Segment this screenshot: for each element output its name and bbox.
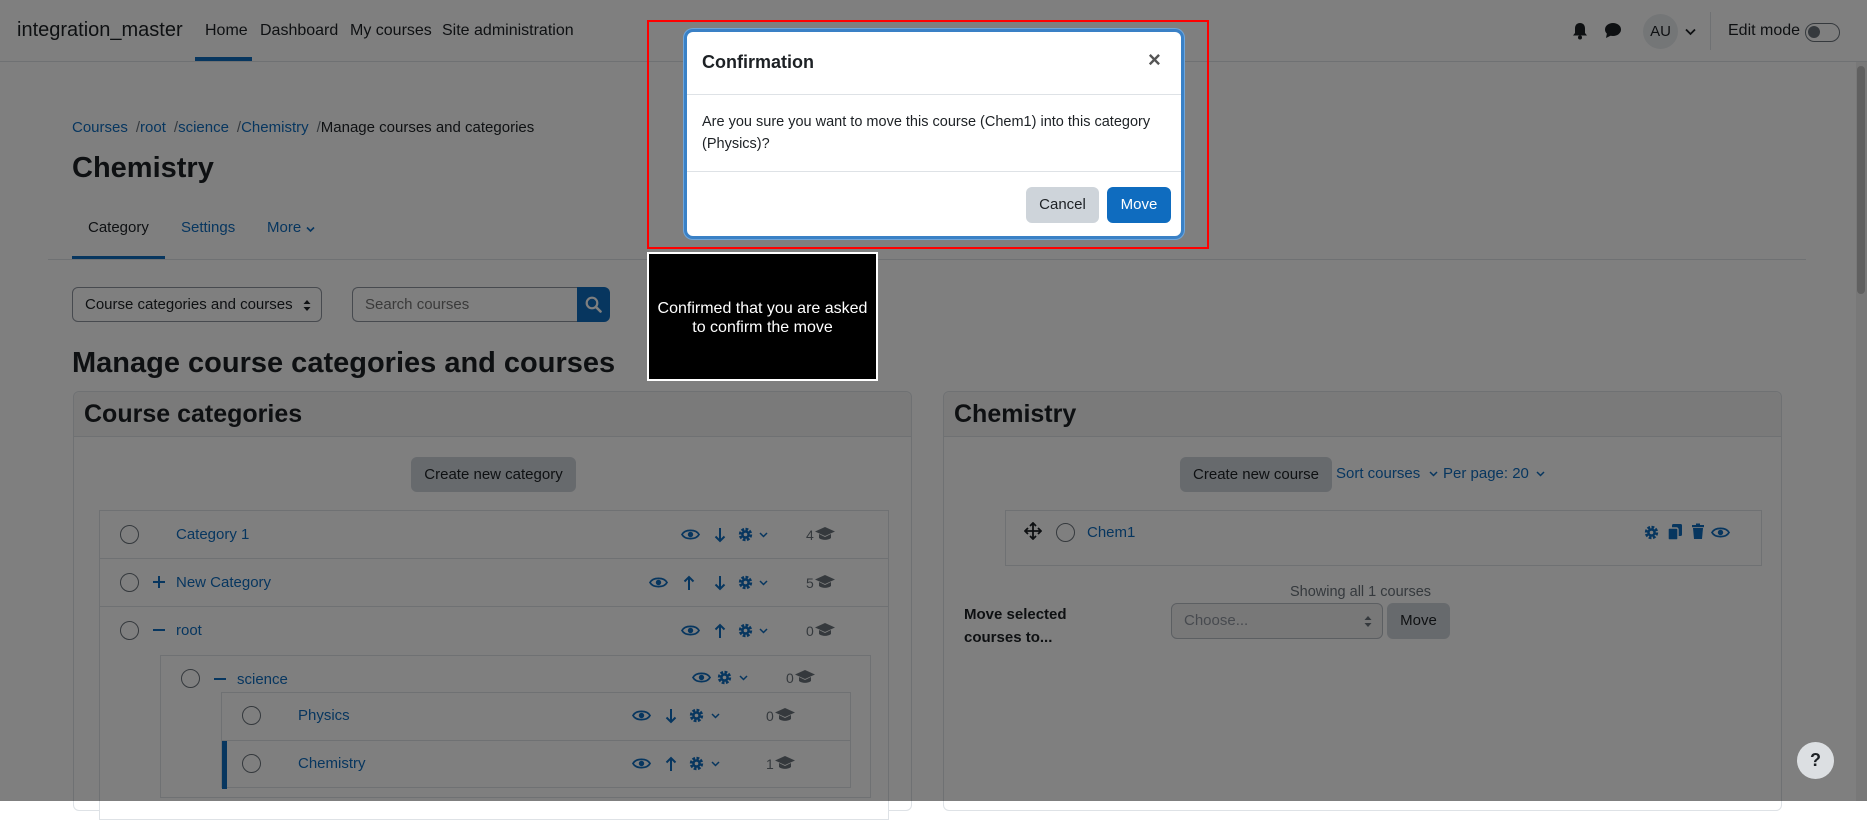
highlight-box [647, 20, 1209, 249]
help-button[interactable]: ? [1797, 742, 1834, 779]
annotation-tooltip: Confirmed that you are asked to confirm … [647, 252, 878, 381]
